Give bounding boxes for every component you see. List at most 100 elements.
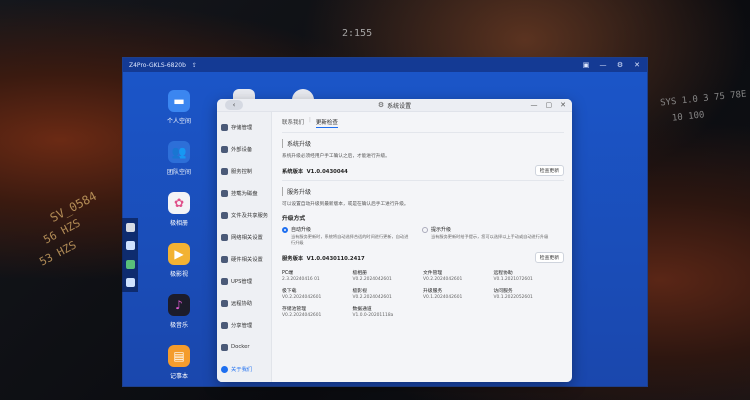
sidebar-item-network[interactable]: 网络相关设置: [217, 226, 271, 248]
photos-icon: ✿: [168, 192, 190, 214]
sidebar-item-external-devices[interactable]: 外部设备: [217, 138, 271, 160]
chat-icon[interactable]: [125, 259, 135, 269]
radio-prompt-upgrade[interactable]: 提示升级 当有服务更新时给予提示，您可以选择以上手动或自动进行升级: [422, 226, 552, 246]
service-version: 2.3.20240416 01: [282, 277, 320, 282]
service-version: V0.2.2024042601: [352, 295, 392, 300]
desktop-icon-label: 团队空间: [166, 169, 191, 176]
gear-icon: ⚙: [377, 101, 385, 109]
desktop-icon-team-space[interactable]: 👥 团队空间: [159, 141, 199, 176]
sidebar-item-remote-assist[interactable]: 远程协助: [217, 292, 271, 314]
window-icon[interactable]: [125, 222, 135, 232]
sidebar-item-hardware[interactable]: 硬件相关设置: [217, 248, 271, 270]
host-title: Z4Pro-GKLS-6820b: [129, 61, 186, 69]
radio-button[interactable]: [422, 227, 428, 233]
upgrade-mode-title: 升级方式: [282, 216, 306, 222]
radio-title: 自动升级: [291, 227, 312, 233]
sidebar-item-share-management[interactable]: 分享管理: [217, 314, 271, 336]
side-dock: [122, 218, 138, 292]
service-item: 升级服务 V0.1.2024042601: [423, 287, 494, 300]
service-version: V0.2.2024042601: [352, 277, 392, 282]
desktop-icon-music[interactable]: ♪ 极音乐: [159, 294, 199, 329]
service-item: 远程协助 V0.1.2021072601: [494, 269, 565, 282]
service-version: V0.1.2021072601: [493, 277, 533, 282]
network-icon: [221, 233, 228, 241]
service-name: 数据通道: [352, 307, 372, 312]
settings-sidebar: 存储管理 外部设备 服务控制 挂载为磁盘 文件及共享服务 网络相关设置 硬件相关…: [217, 112, 272, 382]
service-item: PC端 2.3.20240416 01: [282, 269, 353, 282]
service-icon: [221, 167, 228, 175]
sidebar-item-about[interactable]: 关于我们: [217, 358, 271, 380]
maximize-icon[interactable]: ▢: [546, 101, 553, 109]
sidebar-item-label: 分享管理: [231, 323, 253, 329]
sidebar-item-label: 外部设备: [231, 147, 253, 153]
service-version: V0.2.2024042601: [423, 277, 463, 282]
system-version-value: V1.0.0430044: [306, 168, 348, 175]
music-icon: ♪: [168, 294, 190, 316]
share-icon[interactable]: ⇪: [192, 62, 197, 69]
hardware-icon: [221, 255, 228, 263]
tab-contact-us[interactable]: 联系我们: [282, 117, 304, 128]
service-name: 升级服务: [423, 289, 443, 294]
close-icon[interactable]: ✕: [633, 61, 641, 69]
sidebar-item-storage[interactable]: 存储管理: [217, 116, 271, 138]
tab-update-check[interactable]: 更新检查: [315, 117, 338, 128]
settings-icon[interactable]: ⚙: [616, 61, 624, 69]
dialog-titlebar[interactable]: ‹ ⚙ 系统设置 — ▢ ✕: [217, 99, 572, 112]
desktop-icon-personal-space[interactable]: ▬ 个人空间: [159, 90, 199, 125]
service-version-label: 服务版本: [282, 255, 304, 262]
sidebar-item-mount-disk[interactable]: 挂载为磁盘: [217, 182, 271, 204]
settings-dock-icon[interactable]: [125, 278, 135, 288]
check-system-update-button[interactable]: 检查更新: [534, 165, 564, 176]
share-icon: [221, 321, 228, 329]
storage-icon: [221, 123, 228, 131]
share-folder-icon: [221, 211, 228, 219]
disk-icon: [221, 189, 228, 197]
service-name: 存储池管理: [282, 307, 306, 312]
host-titlebar[interactable]: Z4Pro-GKLS-6820b ⇪ ▣ — ⚙ ✕: [123, 58, 647, 72]
service-version-value: V1.0.0430110.2417: [306, 255, 365, 262]
sidebar-item-ups[interactable]: UPS管理: [217, 270, 271, 292]
upgrade-mode-options: 自动升级 当有服务更新时，系统将自动选择合适的时间进行更新，自动进行升级 提示升…: [282, 226, 564, 246]
desktop-icon-video[interactable]: ▶ 极影视: [159, 243, 199, 278]
radio-title: 提示升级: [431, 227, 452, 233]
back-button[interactable]: ‹: [225, 100, 243, 110]
service-item: 文件管理 V0.2.2024042601: [423, 269, 494, 282]
lock-icon[interactable]: ▣: [582, 61, 590, 69]
notes-icon: ▤: [168, 345, 190, 367]
system-version-label: 系统版本: [282, 168, 304, 175]
sidebar-item-file-sharing[interactable]: 文件及共享服务: [217, 204, 271, 226]
service-name: 远程协助: [493, 271, 513, 276]
info-icon: [221, 365, 228, 373]
sidebar-item-label: 文件及共享服务: [231, 213, 269, 219]
service-version: V0.1.2024042601: [423, 295, 463, 300]
apps-grid-icon[interactable]: [125, 241, 135, 251]
service-version-row: 服务版本 V1.0.0430110.2417 检查更新: [282, 252, 564, 263]
service-name: 极下载: [282, 289, 297, 294]
minimize-icon[interactable]: —: [599, 61, 607, 69]
service-item: 极下载 V0.2.2024042601: [282, 287, 353, 300]
desktop-icon-notes[interactable]: ▤ 记事本: [159, 345, 199, 380]
desktop-icon-label: 极音乐: [169, 322, 188, 329]
service-item: 存储池管理 V0.2.2024042601: [282, 305, 353, 318]
wallpaper-text: 2:155: [342, 28, 373, 39]
check-service-update-button[interactable]: 检查更新: [534, 252, 564, 263]
service-version: V0.2.2024042601: [282, 313, 322, 318]
folder-icon: ▬: [168, 90, 190, 112]
sidebar-item-docker[interactable]: Docker: [217, 336, 271, 358]
team-folder-icon: 👥: [168, 141, 190, 163]
sidebar-item-label: 存储管理: [231, 125, 253, 131]
sidebar-item-label: Docker: [231, 344, 250, 350]
close-icon[interactable]: ✕: [560, 101, 566, 109]
tab-separator: |: [309, 117, 311, 123]
desktop-icon-photos[interactable]: ✿ 极相册: [159, 192, 199, 227]
service-version: V0.2.2024042601: [282, 295, 322, 300]
service-name: 文件管理: [423, 271, 443, 276]
sidebar-item-label: 远程协助: [231, 301, 253, 307]
radio-auto-upgrade[interactable]: 自动升级 当有服务更新时，系统将自动选择合适的时间进行更新，自动进行升级: [282, 226, 412, 246]
radio-button[interactable]: [282, 227, 288, 233]
service-list: PC端 2.3.20240416 01 极相册 V0.2.2024042601 文件…: [282, 269, 564, 318]
sidebar-item-service-control[interactable]: 服务控制: [217, 160, 271, 182]
service-version: V0.1.2022052601: [493, 295, 533, 300]
service-upgrade-desc: 可以设置自动升级到最新版本，或是在确认后手工进行升级。: [282, 202, 409, 207]
minimize-icon[interactable]: —: [531, 101, 538, 109]
